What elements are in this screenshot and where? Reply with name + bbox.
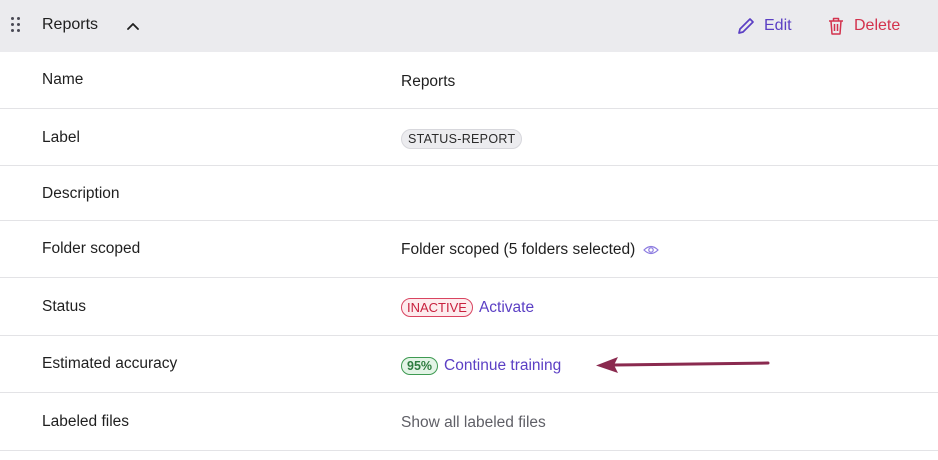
name-value: Reports [401, 73, 456, 90]
trash-icon [829, 17, 843, 35]
show-labeled-files-link[interactable]: Show all labeled files [401, 414, 546, 432]
section-title: Reports [42, 16, 99, 33]
arrow-left-icon [596, 357, 770, 373]
row-label: Folder scoped [42, 240, 141, 257]
detail-row-description: Description [0, 166, 938, 221]
status-badge: INACTIVE [401, 298, 473, 317]
row-label: Estimated accuracy [42, 355, 178, 372]
accuracy-badge: 95% [401, 357, 439, 375]
chevron-up-icon[interactable] [125, 18, 141, 34]
pencil-icon [738, 18, 754, 34]
continue-training-link[interactable]: Continue training [444, 357, 561, 375]
section-header: Reports Edit Delete [0, 0, 938, 52]
detail-row-folder-scoped: Folder scoped Folder scoped (5 folders s… [0, 221, 938, 278]
row-label: Label [42, 129, 80, 146]
folder-scoped-value: Folder scoped (5 folders selected) [401, 241, 636, 258]
detail-row-status: Status INACTIVE Activate [0, 278, 938, 336]
drag-handle-icon[interactable] [11, 17, 23, 33]
activate-link[interactable]: Activate [479, 299, 534, 317]
label-tag: STATUS-REPORT [401, 129, 523, 149]
row-label: Name [42, 71, 84, 88]
row-label: Labeled files [42, 413, 130, 430]
detail-row-label: Label STATUS-REPORT [0, 109, 938, 166]
delete-button-label: Delete [854, 17, 901, 34]
edit-button-label: Edit [764, 17, 792, 34]
detail-row-name: Name Reports [0, 52, 938, 109]
eye-icon[interactable] [643, 244, 660, 256]
row-label: Description [42, 185, 120, 202]
row-label: Status [42, 298, 86, 315]
delete-button[interactable]: Delete [828, 14, 900, 38]
detail-row-labeled-files: Labeled files Show all labeled files [0, 393, 938, 451]
edit-button[interactable]: Edit [736, 14, 792, 38]
detail-row-estimated-accuracy: Estimated accuracy 95% Continue training [0, 336, 938, 393]
